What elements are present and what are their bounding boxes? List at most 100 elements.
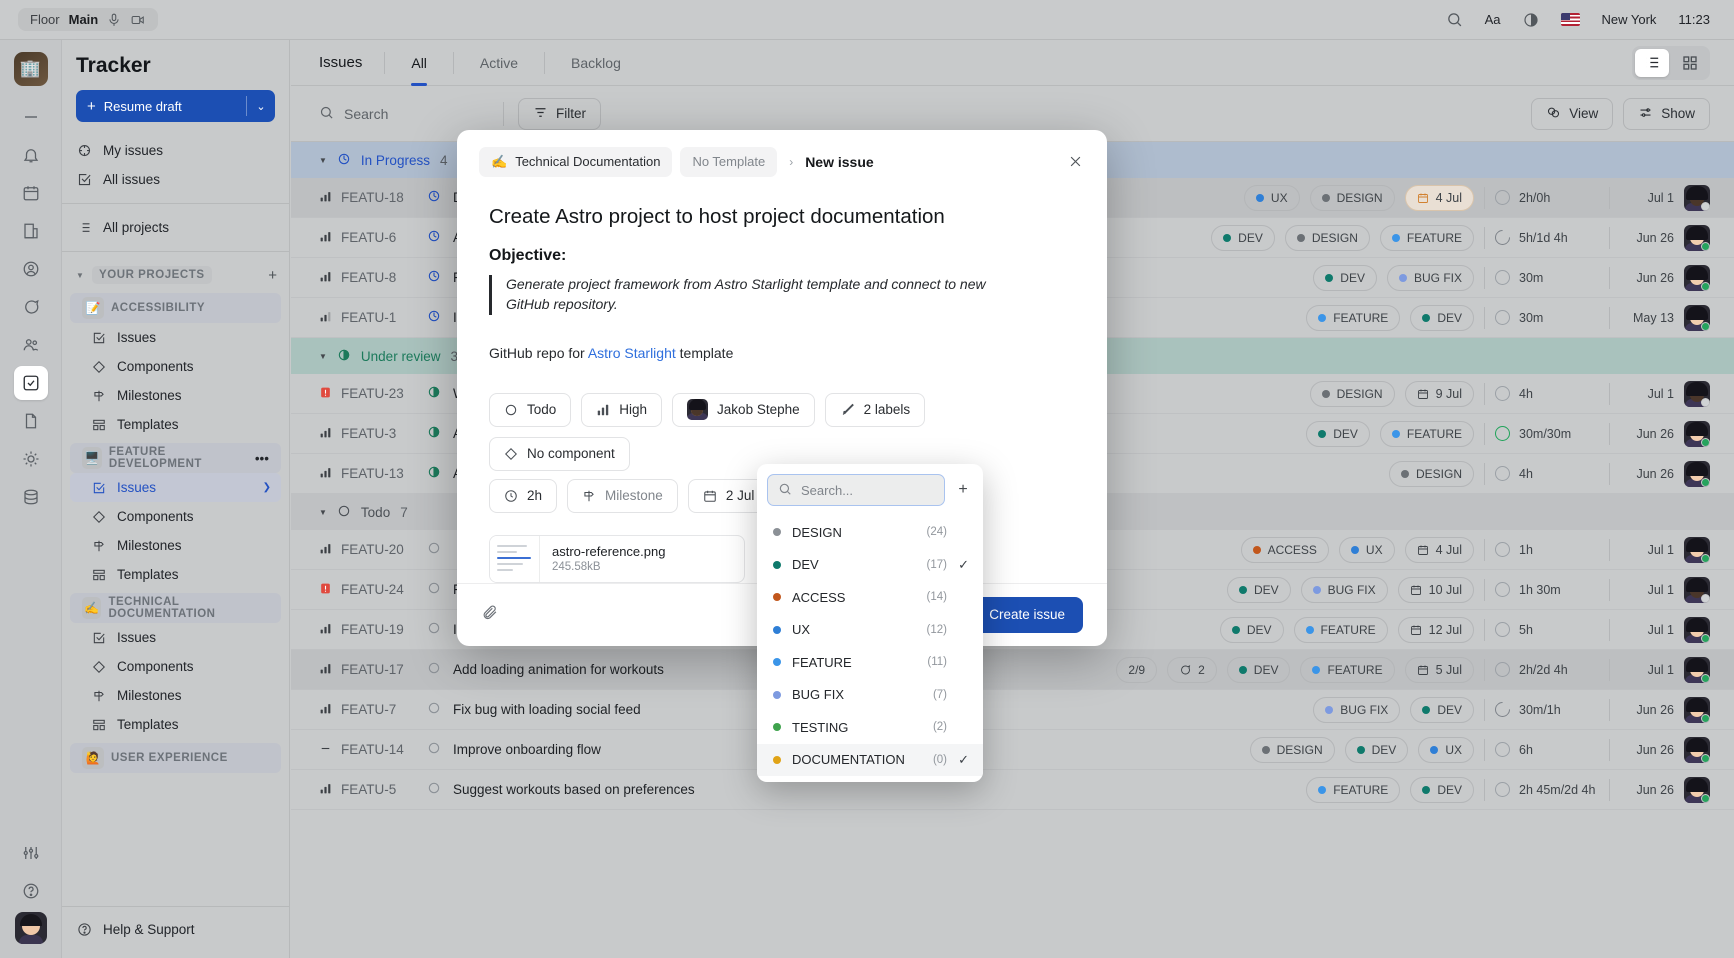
avatar[interactable] [1684, 461, 1710, 487]
estimation-property-button[interactable]: 2h [489, 479, 557, 513]
avatar[interactable] [1684, 305, 1710, 331]
search-icon[interactable] [1446, 11, 1463, 28]
label-option[interactable]: UX(12)✓ [757, 614, 983, 647]
avatar[interactable] [1684, 421, 1710, 447]
add-project-button[interactable]: + [268, 267, 277, 284]
search-input[interactable]: Search [291, 105, 501, 123]
avatar[interactable] [1684, 657, 1710, 683]
tab-active[interactable]: Active [454, 40, 544, 86]
sidebar-item-components[interactable]: Components [70, 352, 281, 381]
label-option[interactable]: ACCESS(14)✓ [757, 581, 983, 614]
label-option[interactable]: DEV(17)✓ [757, 549, 983, 582]
label-option[interactable]: TESTING(2)✓ [757, 711, 983, 744]
project-header-user-experience[interactable]: 🙋 USER EXPERIENCE [70, 743, 281, 773]
sidebar-item-templates[interactable]: Templates [70, 710, 281, 739]
font-size-icon[interactable]: Aa [1485, 12, 1501, 27]
chevron-down-icon[interactable]: ⌄ [247, 100, 275, 113]
view-button[interactable]: View [1531, 98, 1613, 130]
workspace-logo[interactable]: 🏢 [14, 52, 48, 86]
project-header-feature-development[interactable]: 🖥️ FEATURE DEVELOPMENT ••• [70, 443, 281, 473]
chevron-down-icon[interactable]: ▼ [319, 508, 327, 517]
your-projects-section[interactable]: ▼ YOUR PROJECTS + [62, 261, 289, 289]
breadcrumb-template[interactable]: No Template [680, 147, 777, 177]
contrast-icon[interactable] [1523, 12, 1539, 28]
avatar[interactable] [1684, 537, 1710, 563]
sidebar-item-all-projects[interactable]: All projects [62, 213, 289, 242]
hr-icon[interactable] [14, 328, 48, 362]
avatar[interactable] [1684, 697, 1710, 723]
microphone-icon[interactable] [107, 13, 121, 27]
label-option[interactable]: DESIGN(24)✓ [757, 516, 983, 549]
sidebar-item-issues[interactable]: Issues [70, 623, 281, 652]
sidebar-item-issues-selected[interactable]: Issues ❯ [70, 473, 281, 502]
sidebar-item-help-support[interactable]: Help & Support [62, 915, 289, 944]
grid-view-icon[interactable] [1673, 49, 1707, 77]
settings-sun-icon[interactable] [14, 442, 48, 476]
tools-icon[interactable] [14, 836, 48, 870]
plus-icon[interactable]: + [953, 481, 973, 499]
documents-icon[interactable] [14, 404, 48, 438]
sidebar-item-my-issues[interactable]: My issues [62, 136, 289, 165]
sidebar-item-templates[interactable]: Templates [70, 560, 281, 589]
sidebar-item-milestones[interactable]: Milestones [70, 681, 281, 710]
table-row[interactable]: FEATU-17Add loading animation for workou… [291, 650, 1734, 690]
chevron-down-icon[interactable]: ▼ [319, 352, 327, 361]
chevron-down-icon[interactable]: ▼ [319, 156, 327, 165]
avatar[interactable] [1684, 577, 1710, 603]
table-row[interactable]: FEATU-5Suggest workouts based on prefere… [291, 770, 1734, 810]
user-avatar[interactable] [15, 912, 47, 944]
chevron-right-icon[interactable]: ❯ [263, 482, 271, 493]
issue-title-input[interactable]: Create Astro project to host project doc… [489, 205, 1075, 229]
rail-menu-icon[interactable] [14, 100, 48, 134]
label-option[interactable]: BUG FIX(7)✓ [757, 679, 983, 712]
list-view-icon[interactable] [1635, 49, 1669, 77]
filter-button[interactable]: Filter [518, 98, 601, 130]
bell-icon[interactable] [14, 138, 48, 172]
sidebar-item-components[interactable]: Components [70, 652, 281, 681]
room-indicator[interactable]: Floor Main [18, 8, 158, 31]
avatar[interactable] [1684, 185, 1710, 211]
avatar[interactable] [1684, 225, 1710, 251]
project-header-accessibility[interactable]: 📝 ACCESSIBILITY [70, 293, 281, 323]
us-flag-icon[interactable] [1561, 13, 1580, 26]
astro-starlight-link[interactable]: Astro Starlight [588, 345, 676, 361]
show-button[interactable]: Show [1623, 98, 1710, 130]
tab-all[interactable]: All [385, 40, 453, 86]
avatar[interactable] [1684, 381, 1710, 407]
tab-backlog[interactable]: Backlog [545, 40, 647, 86]
sidebar-item-components[interactable]: Components [70, 502, 281, 531]
close-icon[interactable] [1061, 148, 1089, 176]
tracker-icon[interactable] [14, 366, 48, 400]
attachment-card[interactable]: astro-reference.png 245.58kB [489, 535, 745, 583]
office-icon[interactable] [14, 214, 48, 248]
avatar[interactable] [1684, 265, 1710, 291]
labels-search-input[interactable]: Search... [767, 474, 945, 506]
avatar[interactable] [1684, 617, 1710, 643]
chat-icon[interactable] [14, 290, 48, 324]
project-header-technical-documentation[interactable]: ✍️ TECHNICAL DOCUMENTATION [70, 593, 281, 623]
milestone-property-button[interactable]: Milestone [567, 479, 678, 513]
table-row[interactable]: FEATU-14Improve onboarding flowDESIGNDEV… [291, 730, 1734, 770]
create-issue-button[interactable]: Create issue [971, 597, 1083, 633]
database-icon[interactable] [14, 480, 48, 514]
paperclip-icon[interactable] [481, 604, 498, 626]
avatar[interactable] [1684, 737, 1710, 763]
labels-property-button[interactable]: 2 labels [825, 393, 926, 427]
video-camera-icon[interactable] [130, 13, 146, 27]
resume-draft-button[interactable]: + Resume draft ⌄ [76, 90, 275, 122]
label-option[interactable]: FEATURE(11)✓ [757, 646, 983, 679]
sidebar-item-milestones[interactable]: Milestones [70, 531, 281, 560]
project-more-button[interactable]: ••• [255, 451, 269, 466]
label-option[interactable]: DOCUMENTATION(0)✓ [757, 744, 983, 777]
priority-property-button[interactable]: High [581, 393, 662, 427]
avatar[interactable] [1684, 777, 1710, 803]
help-icon[interactable] [14, 874, 48, 908]
sidebar-item-milestones[interactable]: Milestones [70, 381, 281, 410]
sidebar-item-issues[interactable]: Issues [70, 323, 281, 352]
status-property-button[interactable]: Todo [489, 393, 571, 427]
contacts-icon[interactable] [14, 252, 48, 286]
breadcrumb-project[interactable]: ✍️ Technical Documentation [479, 147, 672, 177]
component-property-button[interactable]: No component [489, 437, 630, 471]
sidebar-item-templates[interactable]: Templates [70, 410, 281, 439]
table-row[interactable]: FEATU-7Fix bug with loading social feedB… [291, 690, 1734, 730]
